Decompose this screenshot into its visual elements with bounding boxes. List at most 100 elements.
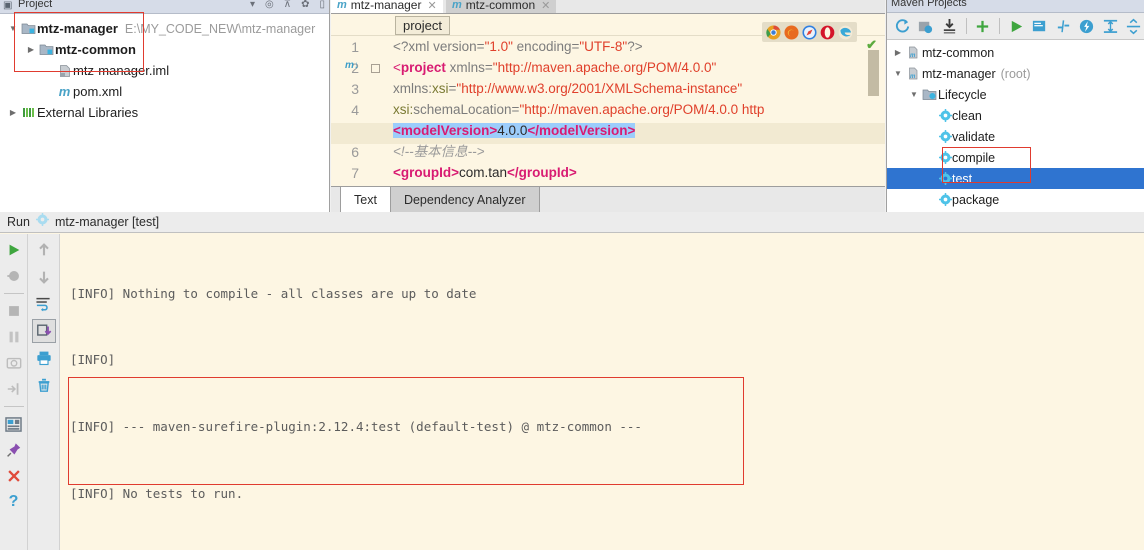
tree-item-path: E:\MY_CODE_NEW\mtz-manager [124, 21, 316, 36]
tree-item-label: pom.xml [73, 84, 123, 99]
chrome-icon[interactable] [766, 24, 781, 40]
code-content: <?xml version="1.0" encoding="UTF-8"?> <… [393, 36, 885, 183]
pause-icon[interactable] [2, 325, 26, 349]
code-segment: </modelVersion> [527, 123, 636, 138]
twisty-expanded-icon[interactable]: ▼ [6, 24, 20, 33]
rerun-icon[interactable] [2, 238, 26, 262]
code-line-4: xsi:schemaLocation="http://maven.apache.… [393, 99, 885, 120]
iml-file-icon [56, 64, 73, 78]
scroll-to-end-icon[interactable] [31, 319, 56, 343]
lifecycle-folder-icon [921, 88, 938, 101]
code-segment: "1.0" [484, 39, 513, 54]
twisty-expanded-icon[interactable]: ▼ [891, 69, 905, 78]
execute-goal-icon[interactable] [1029, 15, 1050, 37]
collapse-all-icon[interactable]: ⊼ [284, 0, 291, 10]
run-config-name: mtz-manager [test] [54, 215, 160, 229]
twisty-collapsed-icon[interactable]: ▶ [24, 45, 38, 54]
locate-icon[interactable]: ◎ [265, 0, 274, 10]
editor-tab-bar: m mtz-manager ✕ m mtz-common ✕ [331, 0, 885, 14]
maven-goal-package[interactable]: package [887, 189, 1144, 210]
export-icon[interactable] [2, 377, 26, 401]
screenshot-icon[interactable] [2, 351, 26, 375]
generate-sources-icon[interactable] [916, 15, 937, 37]
help-icon[interactable]: ? [2, 490, 26, 514]
clear-all-icon[interactable] [32, 373, 56, 397]
pin-icon[interactable] [2, 438, 26, 462]
maven-item-mtz-manager[interactable]: ▼ m mtz-manager (root) [887, 63, 1144, 84]
maven-file-icon: m [337, 0, 347, 11]
firefox-icon[interactable] [784, 24, 799, 40]
maven-file-icon: m [58, 84, 71, 99]
chevron-down-icon[interactable]: ▾ [250, 0, 255, 10]
project-tree: ▼ mtz-manager E:\MY_CODE_NEW\mtz-manager… [0, 14, 329, 123]
code-editor[interactable]: 1 2 3 4 5 6 7 m↓ <?xml version="1.0" enc… [331, 36, 885, 183]
maven-item-mtz-common[interactable]: ▶ m mtz-common [887, 42, 1144, 63]
run-build-icon[interactable] [1006, 15, 1027, 37]
edge-icon[interactable] [838, 25, 853, 40]
show-dependencies-icon[interactable] [1100, 15, 1121, 37]
tree-item-pom-xml[interactable]: m pom.xml [0, 81, 329, 102]
maven-goal-compile[interactable]: compile [887, 147, 1144, 168]
collapse-all-icon[interactable] [1124, 15, 1144, 37]
bottom-tab-dependency-analyzer[interactable]: Dependency Analyzer [390, 187, 540, 212]
maven-goal-label: clean [952, 108, 982, 123]
editor-tab-mtz-manager[interactable]: m mtz-manager ✕ [331, 0, 443, 13]
close-icon[interactable]: ✕ [427, 0, 436, 12]
project-panel-icon: ▣ [3, 0, 13, 11]
code-fold-icon[interactable] [371, 64, 380, 73]
down-icon[interactable] [32, 265, 56, 289]
toggle-skip-tests-icon[interactable] [1076, 15, 1097, 37]
tree-item-external-libraries[interactable]: ▶ External Libraries [0, 102, 329, 123]
debug-icon[interactable] [2, 264, 26, 288]
up-icon[interactable] [32, 238, 56, 262]
settings-icon[interactable]: ✿ [301, 0, 309, 10]
code-segment: 4.0.0 [497, 123, 528, 138]
hide-icon[interactable]: ▯ [319, 0, 325, 10]
close-icon[interactable]: ✕ [541, 0, 550, 12]
twisty-collapsed-icon[interactable]: ▶ [891, 48, 905, 57]
gear-icon [939, 151, 952, 164]
line-number-gutter: 1 2 3 4 5 6 7 m↓ [331, 36, 391, 183]
maven-goal-test[interactable]: test [887, 168, 1144, 189]
maven-goal-validate[interactable]: validate [887, 126, 1144, 147]
code-segment: xmlns= [445, 60, 493, 75]
twisty-expanded-icon[interactable]: ▼ [907, 90, 921, 99]
soft-wrap-icon[interactable] [32, 292, 56, 316]
editor-tab-mtz-common[interactable]: m mtz-common ✕ [446, 0, 557, 13]
toggle-offline-icon[interactable] [1053, 15, 1074, 37]
toolbar-separator [965, 18, 967, 34]
module-folder-icon [38, 43, 55, 56]
twisty-collapsed-icon[interactable]: ▶ [6, 108, 20, 117]
tree-item-mtz-manager[interactable]: ▼ mtz-manager E:\MY_CODE_NEW\mtz-manager [0, 18, 329, 39]
code-line-5: <modelVersion>4.0.0</modelVersion> [393, 120, 885, 141]
download-sources-icon[interactable] [939, 15, 960, 37]
maven-item-lifecycle[interactable]: ▼ Lifecycle [887, 84, 1144, 105]
opera-icon[interactable] [820, 25, 835, 40]
code-segment: < [393, 60, 401, 75]
bottom-tab-text[interactable]: Text [341, 187, 391, 212]
maven-goal-label: test [952, 171, 973, 186]
maven-gutter-icon[interactable]: m↓ [345, 60, 359, 71]
code-segment: version= [429, 39, 485, 54]
stop-icon[interactable] [2, 299, 26, 323]
print-icon[interactable] [32, 346, 56, 370]
safari-icon[interactable] [802, 24, 817, 40]
scrollbar-thumb[interactable] [868, 50, 879, 96]
run-console-output[interactable]: [INFO] Nothing to compile - all classes … [60, 234, 1144, 550]
code-segment: project [400, 60, 446, 75]
code-line-3: xmlns:xsi="http://www.w3.org/2001/XMLSch… [393, 78, 885, 99]
breadcrumb-project[interactable]: project [395, 16, 451, 35]
editor-scrollbar[interactable]: ✔ [866, 36, 879, 183]
maven-file-icon: m [452, 0, 462, 11]
layout-icon[interactable] [2, 412, 26, 436]
reimport-icon[interactable] [892, 15, 913, 37]
add-maven-project-icon[interactable] [972, 15, 993, 37]
code-segment: schemaLocation= [413, 102, 520, 117]
tree-item-mtz-manager-iml[interactable]: mtz-manager.iml [0, 60, 329, 81]
close-icon[interactable] [2, 464, 26, 488]
toolbar-separator [3, 293, 24, 294]
tree-item-mtz-common[interactable]: ▶ mtz-common [0, 39, 329, 60]
maven-goal-clean[interactable]: clean [887, 105, 1144, 126]
gear-icon [939, 172, 952, 185]
bottom-tab-label: Text [354, 192, 377, 207]
